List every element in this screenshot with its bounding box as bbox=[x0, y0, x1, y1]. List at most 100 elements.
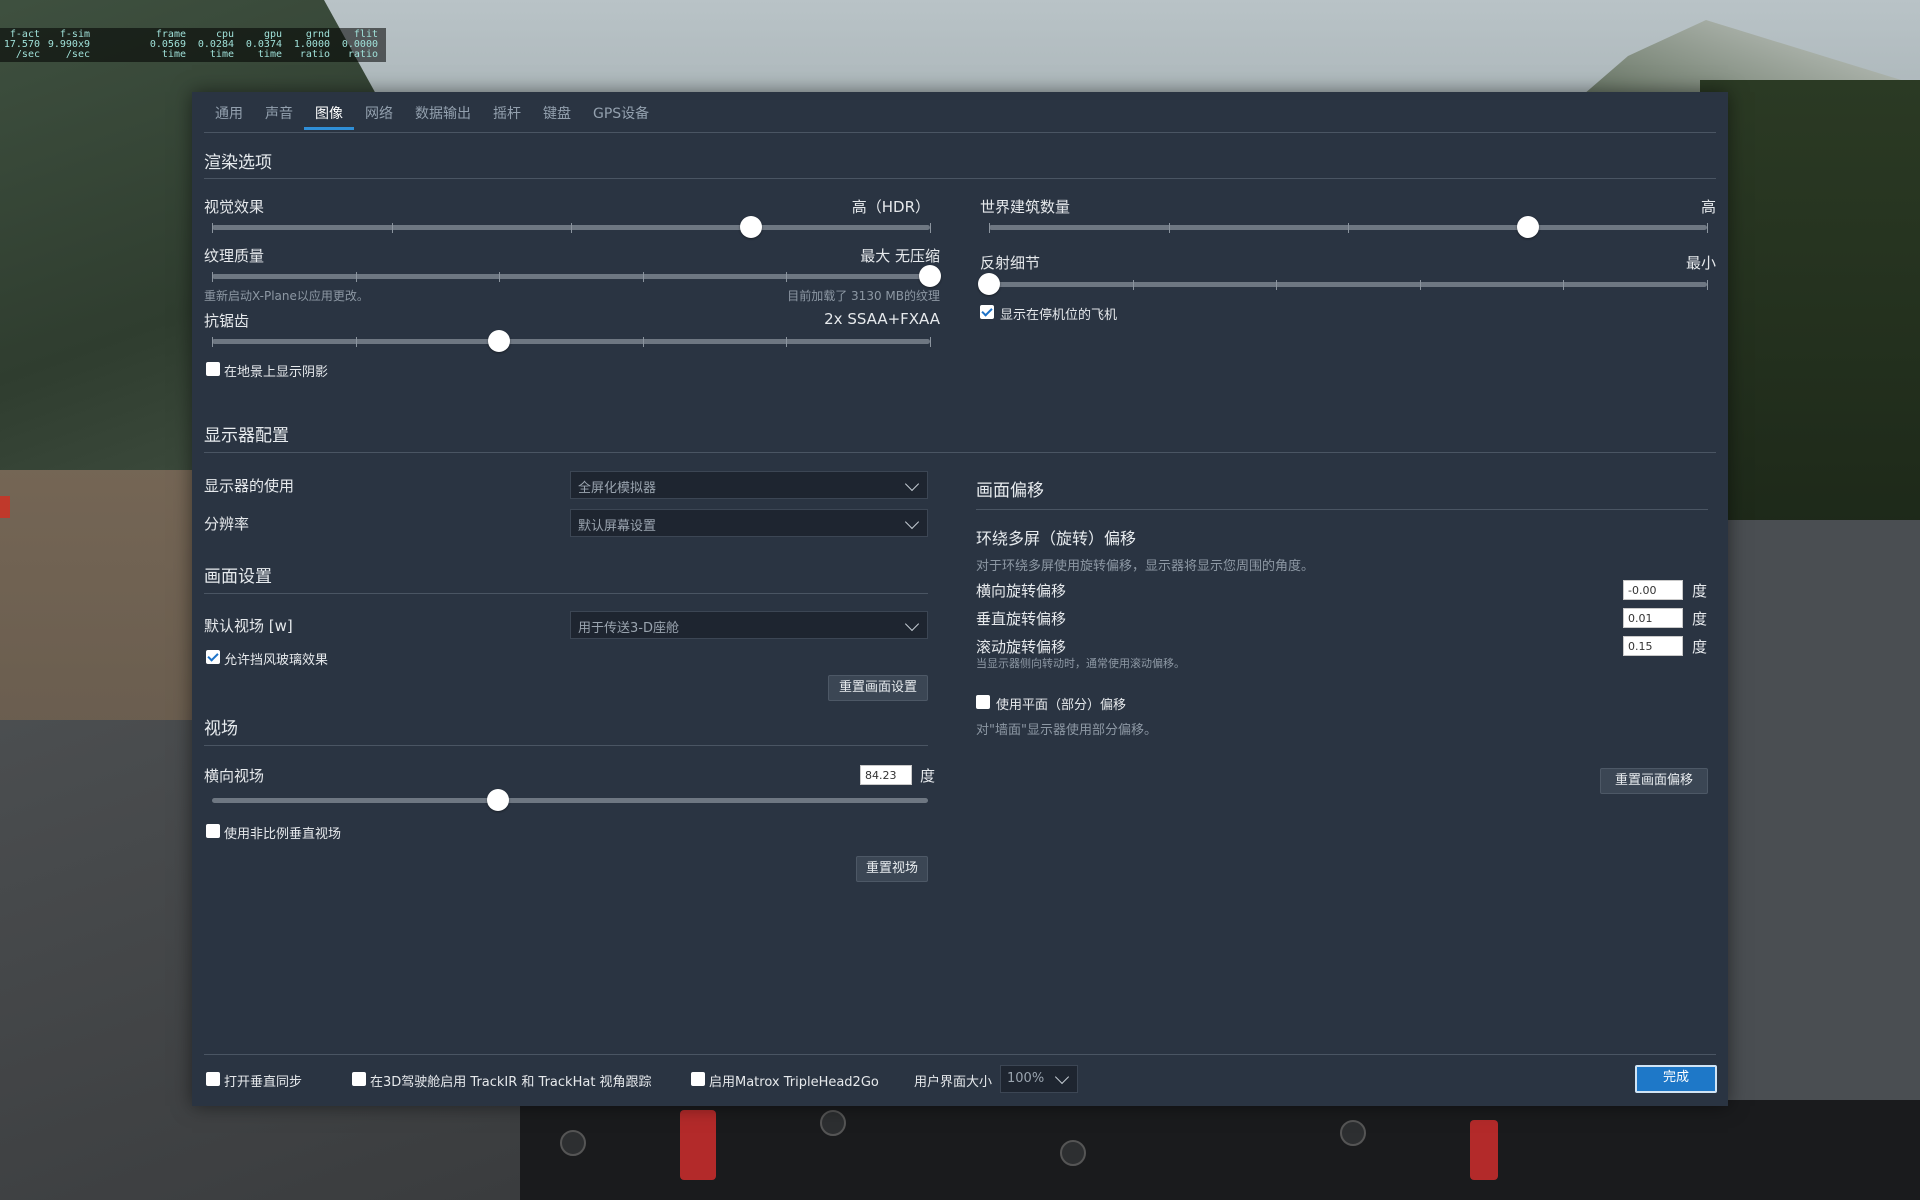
view-settings-title: 画面设置 bbox=[204, 567, 272, 587]
slider-thumb[interactable] bbox=[487, 789, 510, 811]
section-divider bbox=[976, 509, 1708, 510]
slider-track bbox=[989, 223, 1708, 233]
slider-tick bbox=[571, 223, 572, 233]
surround-offset-title: 环绕多屏（旋转）偏移 bbox=[976, 529, 1137, 548]
slider-track bbox=[212, 337, 931, 347]
vertical-offset-input[interactable]: 0.01 bbox=[1623, 608, 1683, 628]
panel-knob bbox=[820, 1110, 846, 1136]
default-view-label: 默认视场 [w] bbox=[204, 617, 293, 635]
panel-knob bbox=[1060, 1140, 1086, 1166]
monitor-usage-label: 显示器的使用 bbox=[204, 477, 295, 495]
slider-tick bbox=[355, 272, 357, 282]
fov-title: 视场 bbox=[204, 719, 238, 739]
slider-track bbox=[212, 223, 931, 233]
tab-divider bbox=[204, 132, 1716, 133]
parked-aircraft-checkbox[interactable] bbox=[980, 305, 994, 319]
done-button[interactable]: 完成 bbox=[1635, 1065, 1717, 1093]
roll-offset-label: 滚动旋转偏移 bbox=[976, 638, 1067, 656]
lateral-offset-input[interactable]: -0.00 bbox=[1623, 580, 1683, 600]
perf-column: f-act 17.570/sec bbox=[3, 29, 40, 60]
mixture-knob bbox=[1470, 1120, 1498, 1180]
texture-quality-value: 最大 无压缩 bbox=[860, 247, 940, 265]
tab-joystick[interactable]: 摇杆 bbox=[482, 104, 532, 128]
ui-size-dropdown[interactable]: 100% bbox=[1000, 1065, 1078, 1093]
slider-thumb[interactable] bbox=[978, 273, 1000, 295]
settings-dialog: 通用 声音 图像 网络 数据输出 摇杆 键盘 GPS设备 渲染选项 视觉效果 高… bbox=[192, 92, 1728, 1106]
shadows-checkbox-label: 在地景上显示阴影 bbox=[224, 365, 329, 380]
slider-tick bbox=[786, 272, 788, 282]
slider-tick bbox=[212, 337, 213, 347]
resolution-dropdown[interactable]: 默认屏幕设置 bbox=[570, 509, 928, 537]
antialiasing-value: 2x SSAA+FXAA bbox=[824, 310, 940, 328]
visual-effects-slider[interactable] bbox=[212, 216, 931, 238]
reflection-detail-label: 反射细节 bbox=[980, 254, 1041, 272]
slider-thumb[interactable] bbox=[1516, 216, 1539, 238]
reset-view-settings-button[interactable]: 重置画面设置 bbox=[828, 675, 928, 701]
flat-offset-checkbox[interactable] bbox=[976, 695, 990, 709]
slider-thumb[interactable] bbox=[488, 330, 511, 352]
surround-offset-hint: 对于环绕多屏使用旋转偏移，显示器将显示您周围的角度。 bbox=[976, 559, 1315, 574]
trackir-checkbox[interactable] bbox=[352, 1072, 366, 1086]
slider-tick bbox=[1276, 280, 1278, 290]
monitor-usage-dropdown[interactable]: 全屏化模拟器 bbox=[570, 471, 928, 499]
tab-general[interactable]: 通用 bbox=[204, 104, 254, 128]
texture-quality-label: 纹理质量 bbox=[204, 247, 265, 265]
flat-offset-hint: 对"墙面"显示器使用部分偏移。 bbox=[976, 723, 1157, 738]
flat-offset-label: 使用平面（部分）偏移 bbox=[996, 698, 1127, 713]
panel-knob bbox=[560, 1130, 586, 1156]
world-objects-slider[interactable] bbox=[989, 216, 1708, 238]
tab-keyboard[interactable]: 键盘 bbox=[532, 104, 582, 128]
dropdown-value: 100% bbox=[1007, 1071, 1045, 1086]
slider-tick bbox=[1563, 280, 1565, 290]
lateral-offset-label: 横向旋转偏移 bbox=[976, 582, 1067, 600]
slider-tick bbox=[1132, 280, 1134, 290]
slider-tick bbox=[930, 223, 931, 233]
horizontal-fov-input[interactable]: 84.23 bbox=[860, 765, 912, 785]
perf-column: cpu 0.0284 time bbox=[197, 29, 234, 60]
reset-fov-button[interactable]: 重置视场 bbox=[856, 856, 928, 882]
vsync-checkbox[interactable] bbox=[206, 1072, 220, 1086]
vsync-label: 打开垂直同步 bbox=[224, 1075, 303, 1090]
slider-tick bbox=[1707, 280, 1708, 290]
slider-thumb[interactable] bbox=[739, 216, 762, 238]
horizontal-fov-slider[interactable] bbox=[212, 789, 928, 811]
dropdown-value: 用于传送3-D座舱 bbox=[578, 621, 679, 636]
perf-column: frame 0.0569 time bbox=[149, 29, 186, 60]
antialiasing-slider[interactable] bbox=[212, 330, 931, 352]
dropdown-value: 默认屏幕设置 bbox=[578, 519, 657, 534]
slider-tick bbox=[212, 223, 213, 233]
nonproportional-fov-checkbox[interactable] bbox=[206, 824, 220, 838]
reflection-detail-slider[interactable] bbox=[978, 273, 1708, 295]
dropdown-value: 全屏化模拟器 bbox=[578, 481, 657, 496]
tab-network[interactable]: 网络 bbox=[354, 104, 404, 128]
slider-tick bbox=[642, 337, 644, 347]
tab-graphics[interactable]: 图像 bbox=[304, 104, 354, 130]
slider-tick bbox=[642, 272, 644, 282]
slider-thumb[interactable] bbox=[919, 265, 941, 287]
section-divider bbox=[204, 452, 1716, 453]
tab-gps-devices[interactable]: GPS设备 bbox=[582, 104, 660, 128]
slider-tick bbox=[1707, 223, 1708, 233]
chevron-down-icon bbox=[904, 514, 920, 530]
antialiasing-label: 抗锯齿 bbox=[204, 312, 250, 330]
fuel-selector-knob bbox=[680, 1110, 716, 1180]
shadows-checkbox[interactable] bbox=[206, 362, 220, 376]
world-objects-value: 高 bbox=[1700, 198, 1716, 216]
footer-divider bbox=[204, 1054, 1716, 1055]
ui-size-label: 用户界面大小 bbox=[914, 1075, 993, 1090]
matrox-checkbox[interactable] bbox=[691, 1072, 705, 1086]
slider-tick bbox=[499, 272, 501, 282]
default-view-dropdown[interactable]: 用于传送3-D座舱 bbox=[570, 611, 928, 639]
texture-quality-slider[interactable] bbox=[212, 265, 941, 287]
reset-view-offset-button[interactable]: 重置画面偏移 bbox=[1600, 768, 1708, 794]
roll-offset-hint: 当显示器侧向转动时，通常使用滚动偏移。 bbox=[976, 657, 1185, 670]
world-objects-label: 世界建筑数量 bbox=[980, 198, 1071, 216]
roll-offset-input[interactable]: 0.15 bbox=[1623, 636, 1683, 656]
monitor-config-title: 显示器配置 bbox=[204, 426, 289, 446]
windshield-checkbox[interactable] bbox=[206, 650, 220, 664]
slider-tick bbox=[1419, 280, 1421, 290]
tab-data-output[interactable]: 数据输出 bbox=[404, 104, 482, 128]
tab-sound[interactable]: 声音 bbox=[254, 104, 304, 128]
matrox-label: 启用Matrox TripleHead2Go bbox=[709, 1075, 879, 1090]
section-divider bbox=[204, 593, 928, 594]
